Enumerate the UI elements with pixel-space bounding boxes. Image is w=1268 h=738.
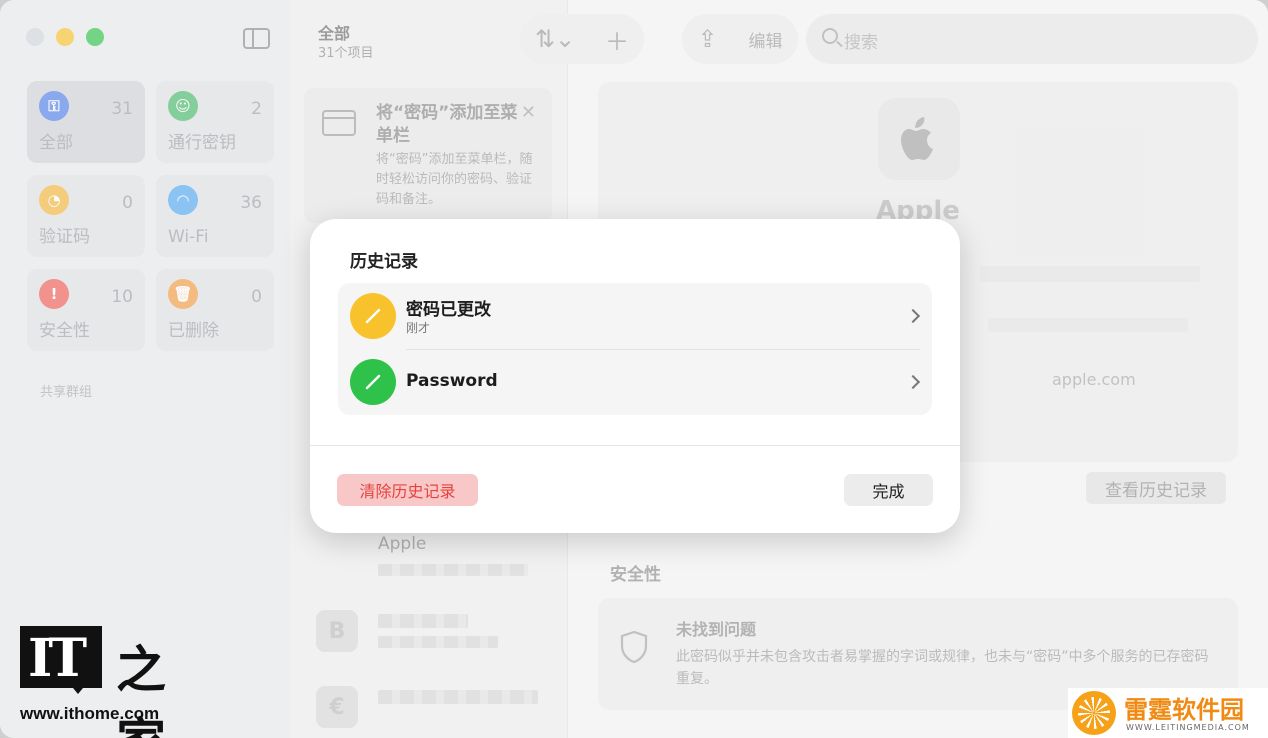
history-entry-title: Password bbox=[406, 371, 498, 391]
speech-tail bbox=[68, 682, 88, 694]
leiting-name: 雷霆软件园 bbox=[1124, 696, 1244, 724]
dialog-title: 历史记录 bbox=[350, 252, 418, 272]
pencil-icon bbox=[350, 293, 396, 339]
orange-slice-icon bbox=[1072, 691, 1116, 735]
ithome-logo-text: IT bbox=[28, 628, 87, 689]
history-entry-password[interactable]: Password bbox=[338, 349, 932, 415]
ithome-logo: IT bbox=[20, 626, 102, 689]
leiting-watermark: 雷霆软件园 WWW.LEITINGMEDIA.COM bbox=[1068, 688, 1268, 738]
dialog-divider bbox=[310, 445, 960, 446]
ithome-watermark: IT 之家 www.ithome.com bbox=[20, 626, 190, 738]
history-dialog: 历史记录 密码已更改 刚才 Password 清除历史记录 完成 bbox=[310, 219, 960, 533]
history-entry-password-changed[interactable]: 密码已更改 刚才 bbox=[338, 283, 932, 350]
ithome-url: www.ithome.com bbox=[20, 704, 160, 723]
chevron-right-icon bbox=[905, 308, 921, 324]
done-button[interactable]: 完成 bbox=[844, 474, 933, 506]
passwords-window: ⚿ 31 全部 ☺ 2 通行密钥 ◔ 0 验证码 ◠ 36 Wi-Fi ! 10 bbox=[0, 0, 1268, 738]
pencil-icon bbox=[350, 359, 396, 405]
history-entry-title: 密码已更改 bbox=[406, 300, 491, 320]
history-entry-time: 刚才 bbox=[406, 321, 431, 335]
history-list: 密码已更改 刚才 Password bbox=[338, 283, 932, 415]
chevron-right-icon bbox=[905, 374, 921, 390]
clear-history-button[interactable]: 清除历史记录 bbox=[337, 474, 478, 506]
leiting-url: WWW.LEITINGMEDIA.COM bbox=[1126, 723, 1250, 732]
